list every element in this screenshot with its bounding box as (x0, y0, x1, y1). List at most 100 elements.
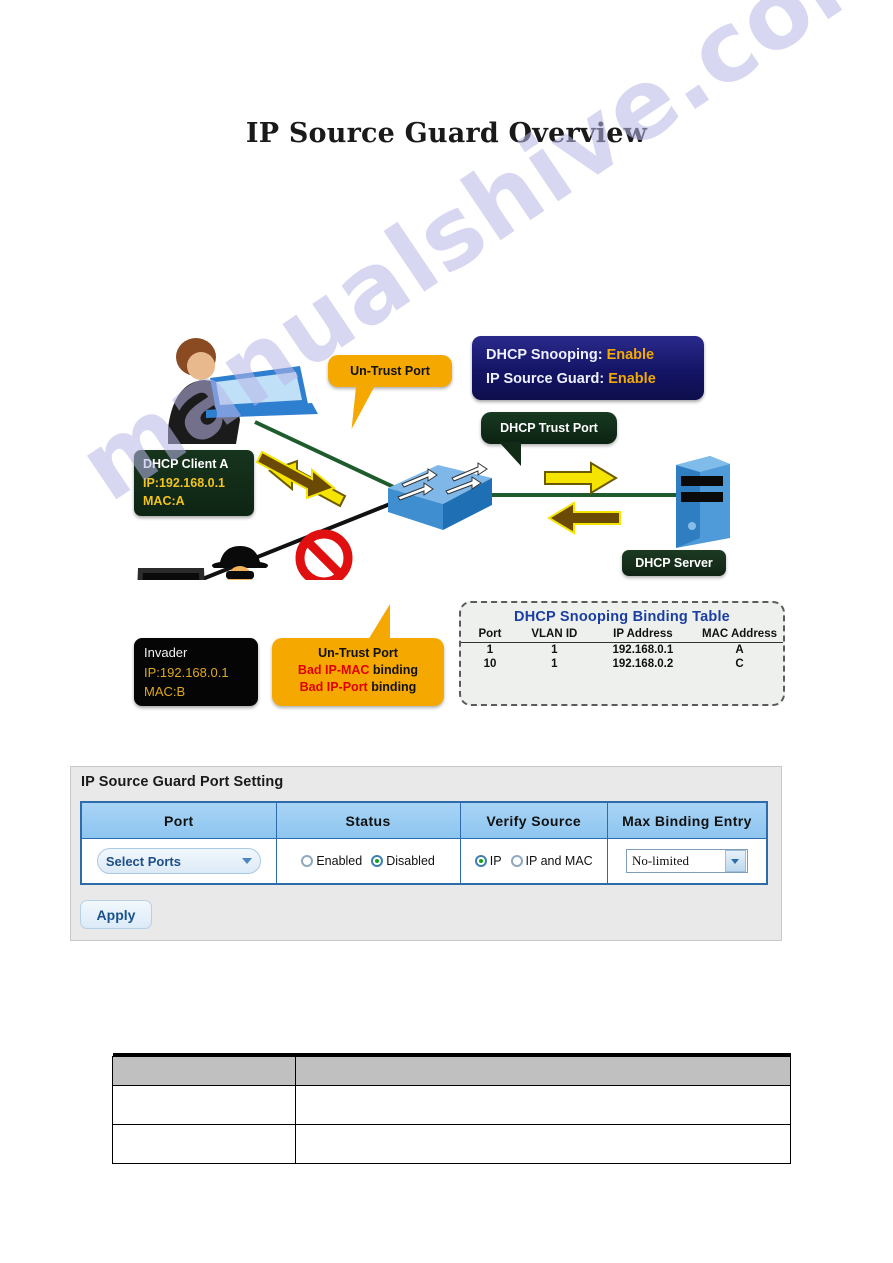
radio-icon[interactable] (510, 855, 523, 867)
dhcp-snooping-label: DHCP Snooping: (486, 347, 603, 363)
callout-tail (499, 442, 521, 466)
dhcp-snooping-status: DHCP Snooping: Enable (486, 343, 704, 367)
dhcp-client-name: DHCP Client A (143, 457, 229, 471)
ip-source-guard-status: IP Source Guard: Enable (486, 367, 704, 391)
column-header-max-binding-entry: Max Binding Entry (606, 801, 768, 839)
radio-status-enabled-label: Enabled (316, 854, 363, 868)
port-setting-table: Port Status Verify Source Max Binding En… (80, 801, 768, 885)
binding-cell-port: 10 (483, 658, 497, 670)
invader-name: Invader (144, 645, 188, 660)
status-radio-group: Enabled Disabled (278, 854, 459, 868)
radio-status-enabled[interactable]: Enabled (301, 854, 362, 868)
radio-verify-ip-and-mac[interactable]: IP and MAC (510, 854, 593, 868)
port-setting-row: Select Ports Enabled Disabled IP IP and … (80, 838, 768, 885)
port-cell: Select Ports (80, 838, 277, 885)
callout-dhcp-trust-port: DHCP Trust Port (481, 412, 617, 466)
bad-ip-mac-highlight: Bad IP-MAC (297, 663, 370, 677)
row-cell-1 (112, 1124, 296, 1164)
column-header-port: Port (80, 801, 277, 839)
port-setting-header-row: Port Status Verify Source Max Binding En… (80, 801, 768, 839)
callout-untrust-port-bottom-title: Un-Trust Port (318, 646, 398, 660)
dhcp-client-info-box: DHCP Client A IP:192.168.0.1 MAC:A (134, 450, 254, 516)
dhcp-client-mac: MAC:A (143, 494, 185, 508)
radio-verify-ip[interactable]: IP (474, 854, 502, 868)
callout-untrust-port-top-label: Un-Trust Port (350, 364, 430, 378)
hacker-icon (212, 546, 268, 580)
select-ports-dropdown[interactable]: Select Ports (96, 848, 261, 874)
page: IP Source Guard Overview DHCP Snooping: … (0, 0, 893, 1263)
callout-dhcp-trust-port-label: DHCP Trust Port (500, 421, 598, 435)
traffic-arrow-from-server (547, 501, 621, 535)
bad-ip-port-highlight: Bad IP-Port (299, 680, 368, 694)
table-row: 1 1 192.168.0.1 A (461, 643, 783, 658)
dhcp-client-ip: IP:192.168.0.1 (143, 476, 226, 490)
radio-icon-selected[interactable] (371, 855, 384, 867)
dhcp-client-user-icon (168, 338, 318, 444)
ip-source-guard-value: Enable (608, 371, 656, 387)
table-row (112, 1124, 791, 1164)
ip-source-guard-port-setting-panel: IP Source Guard Port Setting Port Status… (70, 766, 782, 941)
verify-source-cell: IP IP and MAC (459, 838, 608, 885)
radio-status-disabled-label: Disabled (386, 854, 435, 868)
radio-verify-ip-and-mac-label: IP and MAC (525, 854, 593, 868)
binding-col-port: Port (461, 627, 519, 643)
dhcp-config-status-box: DHCP Snooping: Enable IP Source Guard: E… (472, 336, 704, 400)
binding-col-ip: IP Address (589, 627, 697, 643)
binding-cell-port: 1 (486, 644, 494, 656)
ip-source-guard-diagram: DHCP Snooping: Enable IP Source Guard: E… (0, 160, 893, 706)
header-cell-1 (112, 1056, 296, 1086)
binding-table-title: DHCP Snooping Binding Table (514, 609, 730, 625)
invader-mac: MAC:B (144, 684, 186, 699)
binding-cell-mac: A (735, 644, 744, 656)
dhcp-snooping-binding-table: DHCP Snooping Binding Table Port VLAN ID… (459, 601, 785, 706)
header-cell-2 (295, 1056, 791, 1086)
radio-status-disabled[interactable]: Disabled (371, 854, 435, 868)
radio-verify-ip-label: IP (489, 854, 502, 868)
link-client-switch (254, 420, 401, 492)
row-cell-1 (112, 1085, 296, 1125)
traffic-arrow-to-server (544, 461, 618, 495)
row-cell-2 (295, 1124, 791, 1164)
chevron-down-icon (241, 858, 252, 864)
binding-col-vlan: VLAN ID (518, 627, 590, 643)
binding-cell-vlan: 1 (551, 658, 558, 670)
binding-table-header-row: Port VLAN ID IP Address MAC Address (461, 627, 783, 643)
binding-cell-mac: C (735, 658, 744, 670)
table-row (112, 1085, 791, 1125)
radio-icon[interactable] (301, 855, 314, 867)
table-row: 10 1 192.168.0.2 C (461, 657, 783, 671)
invader-ip: IP:192.168.0.1 (144, 665, 229, 680)
traffic-arrow-from-client (255, 450, 336, 500)
select-ports-label: Select Ports (105, 853, 181, 869)
binding-col-mac: MAC Address (696, 627, 783, 643)
callout-tail (368, 604, 390, 640)
binding-cell-ip: 192.168.0.2 (612, 658, 674, 670)
dhcp-server-icon (676, 456, 730, 548)
chevron-down-icon[interactable] (724, 850, 746, 872)
blocked-sign-icon (295, 529, 353, 580)
dhcp-snooping-value: Enable (606, 347, 655, 363)
binding-cell-ip: 192.168.0.1 (612, 644, 674, 656)
status-cell: Enabled Disabled (275, 838, 461, 885)
network-switch-icon (388, 462, 492, 530)
verify-source-radio-group: IP IP and MAC (462, 854, 606, 868)
bad-ip-port-binding: Bad IP-Port binding (272, 679, 444, 696)
binding-cell-vlan: 1 (551, 644, 558, 656)
column-header-status: Status (275, 801, 461, 839)
bad-ip-mac-rest: binding (369, 663, 419, 677)
row-cell-2 (295, 1085, 791, 1125)
callout-untrust-port-top: Un-Trust Port (328, 355, 452, 429)
max-binding-entry-value: No-limited (631, 853, 689, 868)
apply-button[interactable]: Apply (80, 900, 152, 929)
callout-untrust-port-bottom: Un-Trust Port Bad IP-MAC binding Bad IP-… (272, 604, 444, 706)
table-header-row (112, 1056, 791, 1086)
invader-info-box: Invader IP:192.168.0.1 MAC:B (134, 638, 258, 706)
page-title: IP Source Guard Overview (245, 118, 648, 149)
invader-laptop-icon (137, 568, 205, 580)
bad-ip-port-rest: binding (367, 680, 417, 694)
max-binding-entry-select[interactable]: No-limited (625, 849, 748, 873)
ip-source-guard-label: IP Source Guard: (486, 371, 605, 387)
column-header-verify-source: Verify Source (459, 801, 608, 839)
radio-icon-selected[interactable] (474, 855, 487, 867)
binding-table-grid: Port VLAN ID IP Address MAC Address 1 1 … (461, 627, 783, 671)
